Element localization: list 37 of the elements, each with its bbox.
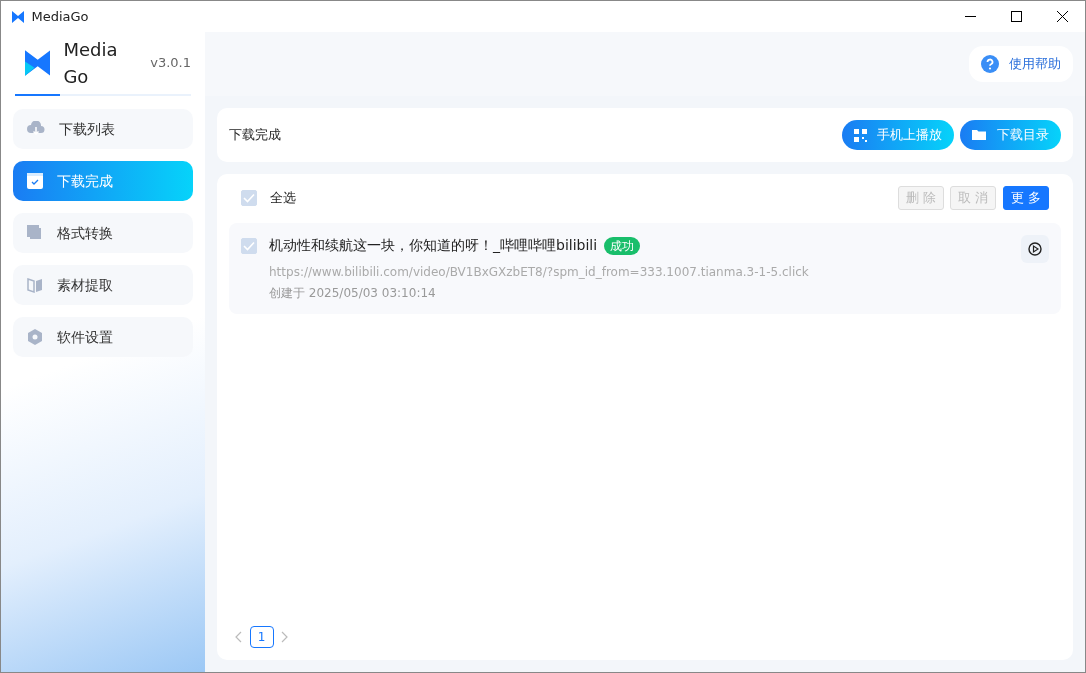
- minimize-icon: [964, 15, 976, 18]
- download-folder-button[interactable]: 下载目录: [960, 120, 1061, 150]
- qr-code-icon: [853, 128, 867, 142]
- sidebar-item[interactable]: 格式转换: [13, 213, 193, 253]
- sidebar-item[interactable]: 下载列表: [13, 109, 193, 149]
- app-name: Media Go: [63, 38, 119, 89]
- page-title: 下载完成: [229, 126, 281, 145]
- maximize-icon: [1010, 11, 1022, 22]
- play-button[interactable]: [1021, 235, 1049, 263]
- select-all-label: 全选: [270, 189, 296, 208]
- cloud-download-icon: [27, 121, 45, 137]
- folder-icon: [972, 129, 987, 141]
- item-title: 机动性和续航这一块，你知道的呀！_哔哩哔哩bilibili: [269, 236, 598, 255]
- sidebar-item[interactable]: 素材提取: [13, 265, 193, 305]
- checklist-icon: [27, 173, 43, 189]
- previous-page-icon[interactable]: [235, 631, 243, 643]
- item-checkbox[interactable]: [241, 238, 257, 255]
- status-tag: 成功: [603, 236, 640, 255]
- sidebar-item[interactable]: 下载完成: [13, 161, 193, 201]
- page-button[interactable]: 1: [249, 626, 274, 648]
- settings-icon: [27, 329, 43, 345]
- close-icon: [1056, 11, 1068, 22]
- play-on-phone-button[interactable]: 手机上播放: [841, 120, 954, 150]
- version-label: v3.0.1: [150, 54, 191, 73]
- item-created-date: 创建于 2025/05/03 03:10:14: [269, 284, 437, 302]
- film-icon: [27, 277, 43, 293]
- window-title: MediaGo: [31, 7, 89, 26]
- help-button[interactable]: 使用帮助: [969, 46, 1073, 82]
- convert-icon: [27, 225, 43, 241]
- sidebar-item[interactable]: 软件设置: [13, 317, 193, 357]
- next-page-icon[interactable]: [280, 631, 288, 643]
- help-icon: [981, 55, 999, 73]
- item-url: https://www.bilibili.com/video/BV1BxGXzbET8/?spm_id_from=333.1007.tianma.3-1-5.click: [269, 263, 810, 281]
- play-icon: [1028, 242, 1042, 256]
- app-logo-icon: [11, 9, 25, 24]
- select-all-checkbox[interactable]: [241, 190, 257, 206]
- action-button[interactable]: 更 多: [1002, 186, 1049, 210]
